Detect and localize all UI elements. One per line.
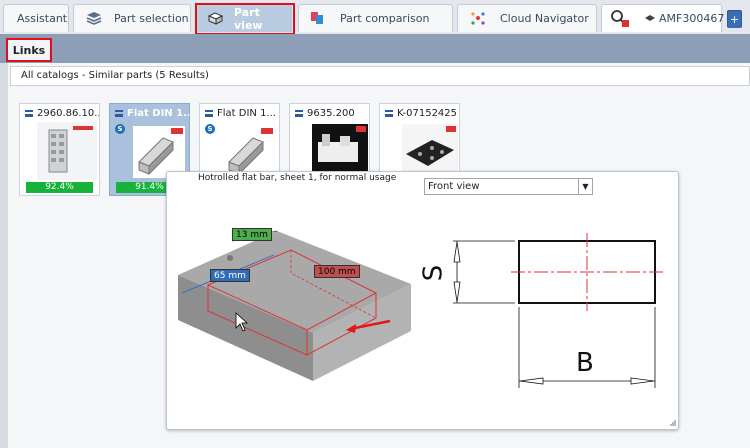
part-thumbnail-icon (645, 15, 655, 21)
dimension-label-width: 65 mm (210, 269, 250, 282)
popup-title: Hotrolled flat bar, sheet 1, for normal … (198, 173, 397, 183)
layers-icon (86, 12, 102, 25)
match-percentage: 92.4% (26, 182, 93, 193)
tab-assistant-label: Assistant (17, 12, 68, 25)
view-select-value: Front view (428, 181, 480, 192)
menu-icon[interactable] (385, 110, 393, 117)
results-header: All catalogs - Similar parts (5 Results) (10, 66, 750, 86)
cloud-navigator-icon (471, 12, 485, 25)
dimension-symbol-b: B (576, 348, 594, 378)
add-tab-button[interactable]: + (727, 10, 742, 28)
tab-part-comparison[interactable]: Part comparison (298, 4, 453, 32)
card-title: Flat DIN 1... (217, 108, 276, 119)
part-image-valve-block (37, 122, 97, 180)
tab-part-comparison-label: Part comparison (340, 12, 430, 25)
resize-grip-icon[interactable] (668, 418, 677, 427)
search-part-icon (611, 10, 629, 27)
part-image-assembly (312, 124, 368, 174)
3d-view[interactable] (170, 183, 421, 424)
links-band (0, 34, 750, 63)
tab-amf300467-label: AMF300467 (659, 12, 725, 25)
dimension-label-thickness: 13 mm (232, 228, 272, 241)
card-title: 2960.86.10... (37, 108, 99, 119)
add-tab-label: + (729, 13, 740, 26)
compare-icon (311, 12, 323, 24)
result-card[interactable]: 2960.86.10... 92.4% (19, 103, 100, 196)
card-title: 9635.200 (307, 108, 355, 119)
view-select[interactable]: Front view ▼ (424, 178, 593, 195)
tab-part-selection[interactable]: Part selection (73, 4, 191, 32)
front-view-drawing (453, 233, 663, 388)
tab-amf300467[interactable]: AMF300467 (601, 4, 725, 32)
card-title: Flat DIN 1... (127, 108, 189, 119)
tab-cloud-navigator[interactable]: Cloud Navigator (457, 4, 597, 32)
standard-badge-icon: S (205, 124, 215, 134)
menu-icon[interactable] (25, 110, 33, 117)
tab-assistant[interactable]: Assistant (3, 4, 69, 32)
standard-badge-icon: S (115, 124, 125, 134)
menu-icon[interactable] (205, 110, 213, 117)
chevron-down-icon[interactable]: ▼ (578, 179, 592, 194)
links-highlight (6, 38, 52, 62)
tab-cloud-navigator-label: Cloud Navigator (500, 12, 589, 25)
part-image-plate (402, 124, 458, 174)
menu-icon[interactable] (115, 110, 123, 117)
dimension-label-length: 100 mm (314, 265, 360, 278)
dimension-symbol-s: S (418, 264, 449, 282)
part-view-highlight (195, 3, 295, 35)
tab-part-selection-label: Part selection (114, 12, 189, 25)
card-title: K-07152425 (397, 108, 458, 119)
menu-icon[interactable] (295, 110, 303, 117)
